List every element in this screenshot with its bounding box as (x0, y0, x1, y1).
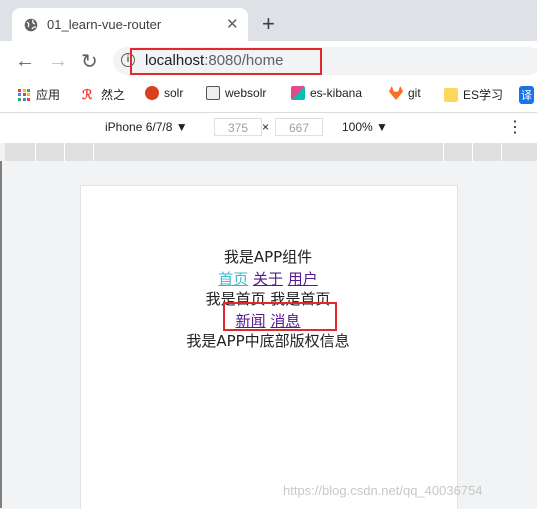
gitlab-icon (389, 86, 403, 100)
ruler-divider (64, 143, 65, 161)
solr-icon (145, 86, 159, 100)
bookmark-label: solr (164, 86, 184, 100)
ruler-divider (472, 143, 473, 161)
bookmark-git[interactable]: git (389, 86, 421, 100)
bookmark-label: websolr (225, 86, 267, 100)
new-tab-button[interactable]: + (262, 11, 275, 37)
globe-icon (24, 18, 38, 32)
links-highlight-box (223, 302, 337, 331)
bookmark-label: 应用 (36, 88, 61, 102)
bookmark-es-kibana[interactable]: es-kibana (291, 86, 362, 100)
window-edge (0, 161, 2, 508)
bookmark-websolr[interactable]: websolr (206, 86, 266, 100)
folder-icon (444, 87, 458, 102)
bookmark-label: ES学习 (463, 88, 504, 102)
reload-icon[interactable]: ↻ (81, 49, 98, 74)
bookmark-apps[interactable]: 应用 (18, 86, 60, 103)
app-title: 我是APP组件 (223, 248, 313, 266)
times-sign: × (262, 120, 270, 134)
url-highlight-box (130, 48, 322, 75)
tab-title: 01_learn-vue-router (47, 17, 162, 32)
translate-icon: 译 (519, 86, 534, 104)
zoom-select[interactable]: 100% ▼ (342, 120, 388, 134)
height-input[interactable]: 667 (275, 118, 323, 136)
nav-link-home[interactable]: 首页 (218, 270, 248, 288)
device-select[interactable]: iPhone 6/7/8 ▼ (105, 120, 188, 134)
ruler-divider (35, 143, 36, 161)
bookmark-label: es-kibana (310, 86, 363, 100)
ruler-divider (501, 143, 502, 161)
bookmark-solr[interactable]: solr (145, 86, 183, 100)
close-icon[interactable]: ✕ (226, 15, 239, 33)
media-query-ruler[interactable] (5, 143, 537, 161)
kibana-icon (291, 86, 305, 100)
main-nav: 首页 关于 用户 (80, 270, 456, 289)
bookmark-ranzhi[interactable]: ℛ 然之 (82, 86, 125, 103)
bookmark-label: 然之 (101, 88, 126, 102)
width-input[interactable]: 375 (214, 118, 262, 136)
ruler-divider (93, 143, 94, 161)
more-menu-icon[interactable]: ⋮ (507, 117, 523, 137)
ruler-divider (443, 143, 444, 161)
ranzhi-icon: ℛ (82, 86, 93, 102)
forward-arrow-icon[interactable]: → (48, 50, 68, 73)
bookmark-es-study[interactable]: ES学习 (444, 86, 503, 103)
footer-text: 我是APP中底部版权信息 (186, 332, 350, 350)
back-arrow-icon[interactable]: ← (15, 50, 35, 73)
nav-link-user[interactable]: 用户 (288, 270, 318, 288)
websolr-icon (206, 86, 220, 100)
bookmark-label: git (408, 86, 421, 100)
bookmark-translate[interactable]: 译 (519, 86, 534, 104)
nav-link-about[interactable]: 关于 (253, 270, 283, 288)
watermark: https://blog.csdn.net/qq_40036754 (283, 483, 483, 498)
apps-icon (18, 88, 31, 101)
